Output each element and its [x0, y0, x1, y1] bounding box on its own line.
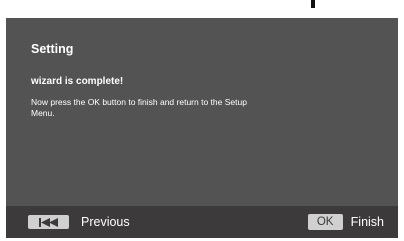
finish-label: Finish [350, 215, 384, 229]
setup-wizard-screen: Setting wizard is complete! Now press th… [6, 18, 398, 238]
footer-bar: Previous OK Finish [6, 206, 398, 238]
previous-button[interactable]: Previous [28, 214, 130, 230]
finish-button[interactable]: OK Finish [307, 214, 384, 230]
dialog-message: Now press the OK button to finish and re… [31, 97, 247, 118]
previous-label: Previous [81, 215, 130, 229]
ok-key[interactable]: OK [307, 214, 343, 230]
skip-back-icon [38, 217, 58, 227]
dialog-subtitle: wizard is complete! [31, 76, 124, 87]
cropped-glyph [311, 0, 315, 8]
dialog-title: Setting [31, 42, 74, 56]
skip-back-key[interactable] [28, 215, 69, 229]
